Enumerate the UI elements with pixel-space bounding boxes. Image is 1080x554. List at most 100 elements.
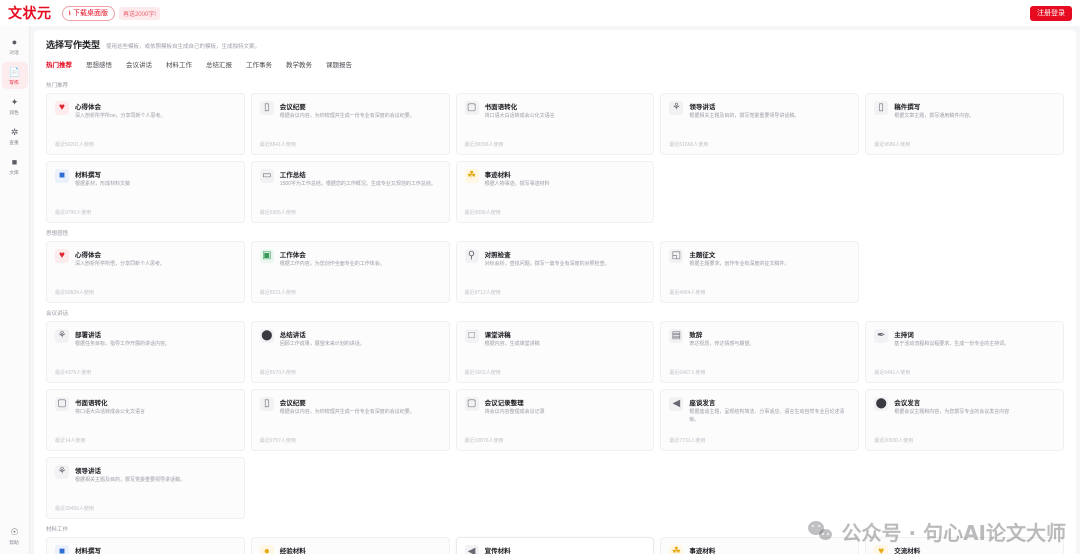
card-description: 根据内容，生成课堂讲稿 xyxy=(484,341,540,347)
template-card[interactable]: ♥交流材料根据交流内容，撰写专业交流材料最近6441人使用 xyxy=(865,537,1064,554)
card-text: 事迹材料根据人物事迹，撰写事迹材料 xyxy=(689,545,850,554)
microphone-icon: ⚘ xyxy=(55,329,69,343)
tab-6[interactable]: 教学教务 xyxy=(286,59,312,71)
section-title: 会议讲话 xyxy=(46,311,69,317)
card-title: 心得体会 xyxy=(75,104,101,111)
card-title: 心得体会 xyxy=(75,252,101,259)
template-card[interactable]: □ 课堂讲稿 根据内容，生成课堂讲稿 最近1603人使用 xyxy=(455,321,655,383)
card-description: 根据会议内容，为你梳理并生成一份专业有深度的会议纪要。 xyxy=(279,409,415,415)
card-text: 稿件撰写 根据文章主题，撰写通用稿件内容。 xyxy=(894,101,1055,121)
card-title: 座谈发言 xyxy=(689,400,716,407)
template-card[interactable]: ▢ 会议记录整理 将会议内容整理成会议记录 最近10876人使用 xyxy=(455,389,655,451)
card-usage-count: 最近4376人使用 xyxy=(55,370,92,376)
heart-shield-icon: ♥ xyxy=(874,545,889,554)
card-description: 根据座谈主题，呈现结构简洁、分事适应、语言生动自然专业且论述清晰。 xyxy=(689,409,845,423)
card-description: 深入剖析所学所он，分享同新个人思考。 xyxy=(75,113,166,119)
card-top: ☘ 事迹材料根据人物事迹，撰写事迹材料 xyxy=(669,545,850,554)
card-title: 对照检查 xyxy=(484,252,511,259)
card-top: ♥ 交流材料根据交流内容，撰写专业交流材料 xyxy=(874,545,1055,554)
card-top: ▯ 稿件撰写 根据文章主题，撰写通用稿件内容。 xyxy=(874,101,1055,121)
card-title: 会议纪要 xyxy=(279,400,306,407)
tab-2[interactable]: 会议讲话 xyxy=(126,59,152,71)
card-description: 回顾工作成果，展望未来计划的讲话。 xyxy=(279,341,365,347)
template-card[interactable]: ▢ 书面语转化 将口语大白话转成会公化文语言 最近39396人使用 xyxy=(455,93,655,155)
template-card[interactable]: ▤ 致辞 表达祝愿，传达情感与期望。 最近6467人使用 xyxy=(660,321,860,383)
template-card[interactable]: ⚘ 领导讲话 根据相关主题及目的，撰写党委重要领导讲话稿。 最近20456人使用 xyxy=(46,457,245,519)
card-top: ⚘ 部署讲话 根据任务目标，指导工作开展的讲话内容。 xyxy=(55,329,236,349)
sidebar-item-polish[interactable]: ✦ 润色 xyxy=(2,92,28,119)
template-card[interactable]: ◀宣传材料根据文章主题和内容，规范撰写专业宣传材料去登录使用 xyxy=(455,537,655,554)
template-card[interactable]: ▯ 会议纪要 根据会议内容，为你梳理并生成一份专业有深度的会议纪要。 最近9757人使… xyxy=(250,389,450,451)
tab-1[interactable]: 思想感悟 xyxy=(86,59,112,71)
card-usage-count: 最近20930人使用 xyxy=(874,438,914,444)
template-card[interactable]: ⬤ 会议发言 根据会议主题和内容，为您撰写专业的会议发言内容 最近20930人使用 xyxy=(865,389,1064,451)
card-usage-count: 最近8570人使用 xyxy=(259,370,296,376)
sidebar-item-chat[interactable]: ● 对话 xyxy=(2,32,28,59)
template-card[interactable]: ⚘ 部署讲话 根据任务目标，指导工作开展的讲话内容。最近4376人使用 xyxy=(46,321,245,383)
tab-0[interactable]: 热门推荐 xyxy=(46,59,72,71)
template-card[interactable]: ■材料撰写根据素材，形成材料文稿最近9880人使用 xyxy=(46,537,245,554)
template-card[interactable]: ☘事迹材料根据人物事迹，撰写事迹材料最近9464人使用 xyxy=(660,537,860,554)
card-text: 材料撰写根据素材，形成材料文稿 xyxy=(75,545,236,554)
template-card[interactable]: ⚘ 领导讲话 根据相关主题及目的，撰写党委重要领导讲话稿。 最近61666人使用 xyxy=(660,93,860,155)
template-card[interactable]: ▯ 会议纪要 根据会议内容，为你梳理并生成一份专业有深度的会议纪要。 最近8841人使… xyxy=(250,93,450,155)
template-grid: ⚘ 部署讲话 根据任务目标，指导工作开展的讲话内容。 最近4376人使用 ⬤ 总结讲话 回顾… xyxy=(46,321,1064,519)
template-card[interactable]: ⬤ 总结讲话 回顾工作成果，展望未来计划的讲话。 最近8570人使用 xyxy=(250,321,450,383)
template-card[interactable]: ■ 材料撰写 根据素材，形成材料文稿 最近9790人使用 xyxy=(46,161,245,223)
speech-bubble-icon: ▢ xyxy=(464,397,479,411)
app-root: 文状元 ⭳ 下载桌面版 再送2000字! 注册登录 ● 对话 📄 写作 ✦ 润色 xyxy=(0,0,1080,554)
tab-5[interactable]: 工作事务 xyxy=(246,59,272,71)
template-card[interactable]: ♥ 心得体会 深入剖析所学所悟，分享同新个人思考。 最近50824人使用 xyxy=(46,241,245,303)
card-usage-count: 最近10876人使用 xyxy=(464,438,504,444)
app-body: ● 对话 📄 写作 ✦ 润色 ✲ 查重 ■ 文库 ☉ 帮助 选择写作类型 使用这… xyxy=(0,26,1080,554)
card-top: ▤ 致辞 表达祝愿，传达情感与期望。 xyxy=(669,329,850,349)
main-area: 选择写作类型 使用这些模板，或依照模板自生成自己的模板，生成独特文案。 热门推荐… xyxy=(30,26,1080,554)
sidebar-item-help[interactable]: ☉ 帮助 xyxy=(9,526,21,546)
template-grid: ■材料撰写根据素材，形成材料文稿最近9880人使用 ●经验材料根据文章主题，撰写专… xyxy=(46,537,1064,554)
download-icon: ⭳ xyxy=(68,9,71,17)
card-usage-count: 最近9099人使用 xyxy=(464,210,501,216)
card-title: 工作总结 xyxy=(279,172,306,179)
card-title: 会议记录整理 xyxy=(484,400,524,407)
template-card[interactable]: ◱ 主题征文 根据主题要求，创作专业有深度的征文稿件。 最近4964人使用 xyxy=(660,241,860,303)
sidebar-item-plagiarism[interactable]: ✲ 查重 xyxy=(2,122,28,149)
megaphone-icon: ◀ xyxy=(464,545,479,554)
heart-icon: ♥ xyxy=(55,249,69,263)
template-card[interactable]: ▢ 书面语转化 将口语大白话转成会公化文语言 最近14人使用 xyxy=(46,389,245,451)
card-title: 材料撰写 xyxy=(75,172,101,179)
sidebar-item-library[interactable]: ■ 文库 xyxy=(2,152,28,179)
template-card[interactable]: ♥ 心得体会 深入剖析所学所он，分享同新个人思考。 最近50201人使用 xyxy=(46,93,245,155)
template-card[interactable]: ▭ 工作总结 1500字为工作总结，根据您的工作概况，生成专业又规范的工作总结。 最近… xyxy=(250,161,450,223)
template-card[interactable]: ⚲ 对照检查 对标会析，查找问题，撰写一篇专业有深度的对照检查。 最近9712人使用 xyxy=(455,241,655,303)
card-usage-count: 最近9790人使用 xyxy=(55,210,92,216)
card-usage-count: 最近61666人使用 xyxy=(669,142,709,148)
word-doc-icon: ■ xyxy=(11,156,18,167)
card-text: 材料撰写根据素材，形成材料文稿 xyxy=(75,169,236,189)
sidebar-item-writing[interactable]: 📄 写作 xyxy=(1,62,28,89)
template-card[interactable]: ●经验材料根据文章主题，撰写专业经验材料最近9741人使用 xyxy=(250,537,450,554)
sidebar-item-label: 查重 xyxy=(9,140,20,146)
card-top: ▭ 工作总结 1500字为工作总结，根据您的工作概况，生成专业又规范的工作总结。 xyxy=(259,169,441,189)
login-register-button[interactable]: 注册登录 xyxy=(1030,5,1072,21)
template-card[interactable]: ▯ 稿件撰写 根据文章主题，撰写通用稿件内容。 最近9586人使用 xyxy=(865,93,1064,155)
tab-4[interactable]: 总结汇报 xyxy=(206,59,232,71)
chat-bubble-icon: ● xyxy=(11,36,18,47)
template-scroll-area[interactable]: 热门推荐 ♥ 心得体会 深入剖析所学所он，分享同新个人思考。 最近50201人使用 ▯ 会… xyxy=(34,75,1076,554)
tab-3[interactable]: 材料工作 xyxy=(166,59,192,71)
download-desktop-button[interactable]: ⭳ 下载桌面版 xyxy=(61,5,115,21)
pen-icon: ✒ xyxy=(874,329,889,343)
template-card[interactable]: ✒ 主持词 基于活动流程和议程要求，生成一份专业的主持词。 最近6441人使用 xyxy=(865,321,1064,383)
template-card[interactable]: ▣ 工作体会 根据工作内容，为您创作全面专业的工作体会。 最近8521人使用 xyxy=(250,241,450,303)
sidebar-item-label: 文库 xyxy=(9,170,20,176)
card-text: 工作体会 根据工作内容，为您创作全面专业的工作体会。 xyxy=(280,249,441,269)
star-check-icon: ✲ xyxy=(10,126,19,137)
template-card[interactable]: ◀ 座谈发言 根据座谈主题，呈现结构简洁、分事适应、语言生动自然专业且论述清晰。 最近… xyxy=(660,389,860,451)
help-circle-icon: ☉ xyxy=(10,526,19,537)
card-usage-count: 最近8841人使用 xyxy=(259,142,296,148)
card-text: 座谈发言根据座谈主题，呈现结构简洁、分事适应、语言生动自然专业且论述清晰。 xyxy=(689,397,850,424)
card-text: 总结讲话 回顾工作成果，展望未来计划的讲话。 xyxy=(280,329,441,349)
speech-bubble-icon: ▢ xyxy=(464,101,479,115)
tab-7[interactable]: 课题报告 xyxy=(326,59,352,71)
template-card[interactable]: ☘ 事迹材料 根据人物事迹，撰写事迹材料最近9099人使用 xyxy=(455,161,655,223)
card-top: ☘ 事迹材料根据人物事迹，撰写事迹材料 xyxy=(464,169,646,189)
